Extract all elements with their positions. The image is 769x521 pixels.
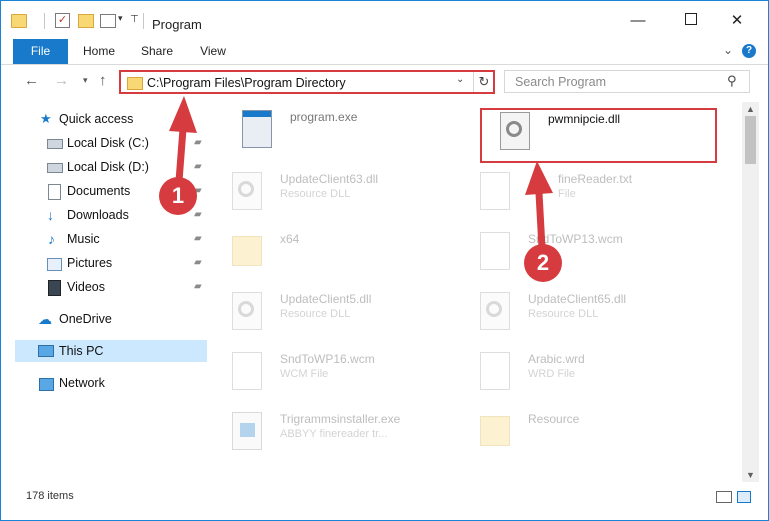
step-badge-2: 2 — [524, 244, 562, 282]
explorer-window: ✓ ▾ ⊤ Program — ✕ File Home Share View ⌄… — [0, 0, 769, 521]
arrow-2 — [525, 161, 553, 252]
annotation-arrows — [169, 96, 553, 252]
step-badge-1: 1 — [159, 177, 197, 215]
arrow-1 — [169, 96, 197, 185]
